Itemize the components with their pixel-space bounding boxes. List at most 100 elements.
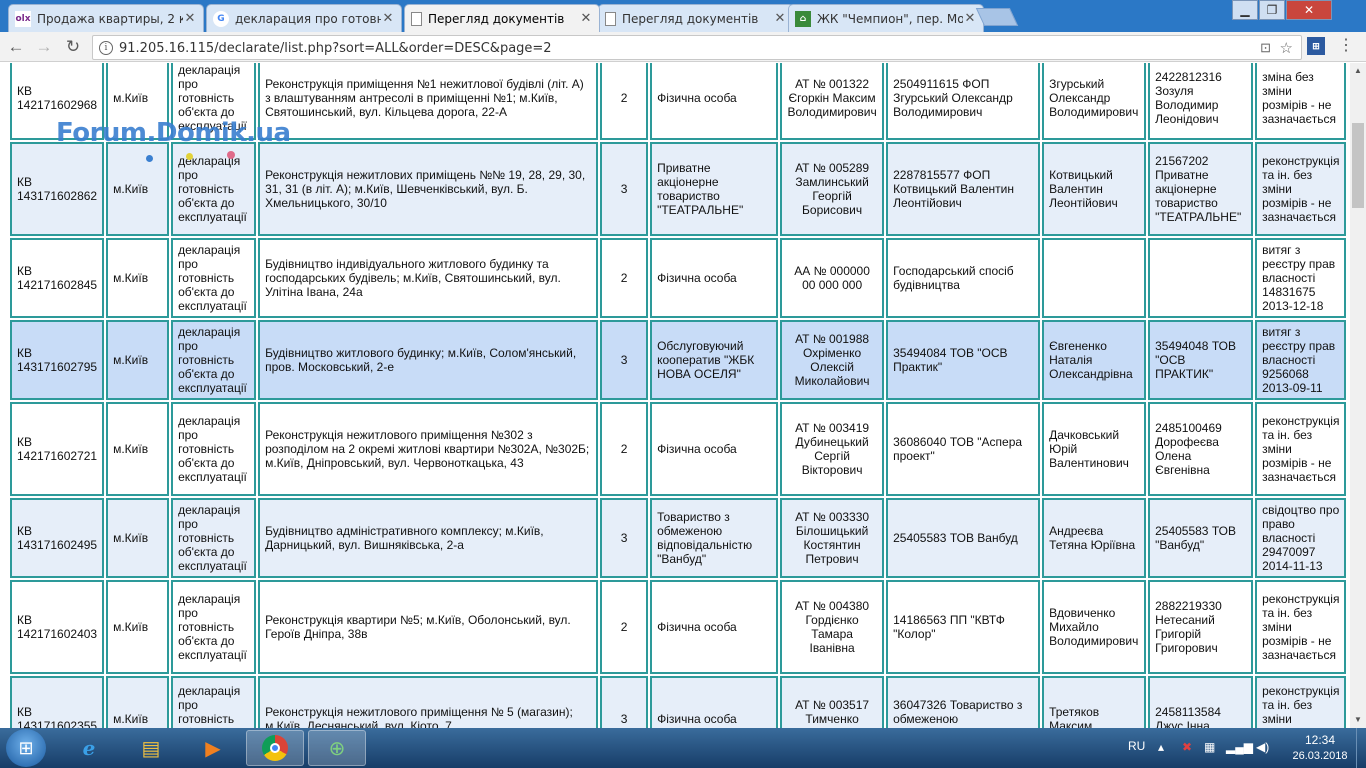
google-icon: G: [213, 10, 229, 27]
olx-icon: olx: [15, 10, 31, 27]
system-tray: RU ▴ ✖ ▦ ▂▄▆ ◀) 12:34 26.03.2018: [1120, 728, 1366, 768]
tab-documents-active[interactable]: Перегляд документів ✕: [404, 4, 600, 32]
watermark-dot: [186, 153, 193, 160]
app-icon[interactable]: ⊕: [308, 730, 366, 766]
back-icon[interactable]: ←: [5, 37, 27, 57]
tab-title: ЖК "Чемпион", пер. Мо: [817, 11, 963, 26]
customer-cell: Фізична особа: [650, 238, 779, 318]
tab-title: Продажа квартиры, 2 к: [37, 11, 183, 26]
designer-cell: АТ № 001988 Охріменко Олексій Миколайови…: [780, 320, 885, 400]
show-desktop-button[interactable]: [1356, 728, 1366, 768]
signal-icon[interactable]: ▂▄▆: [1226, 740, 1253, 754]
contractor-cell: 14186563 ПП "КВТФ "Колор": [886, 580, 1041, 674]
document-type-cell: декларація про готовність об'єкта до екс…: [171, 320, 257, 400]
close-icon[interactable]: ✕: [963, 11, 977, 26]
internet-explorer-icon[interactable]: e: [60, 730, 118, 766]
category-cell: 2: [600, 402, 649, 496]
document-icon: [411, 11, 422, 26]
supervisor-cell: Третяков Максим: [1042, 676, 1147, 728]
tab-google[interactable]: G декларация про готовні ✕: [206, 4, 402, 32]
table-row: КВ 143171602862 м.Київ декларація про гото…: [10, 142, 1347, 236]
designer-cell: АТ № 004380 Гордієнко Тамара Іванівна: [780, 580, 885, 674]
object-description-cell: Будівництво житлового будинку; м.Київ, С…: [258, 320, 599, 400]
object-description-cell: Реконструкція нежитлового приміщення №30…: [258, 402, 599, 496]
clock-date[interactable]: 26.03.2018: [1282, 750, 1358, 762]
close-icon[interactable]: ✕: [183, 11, 197, 26]
menu-icon[interactable]: ⋮: [1336, 36, 1356, 56]
start-button[interactable]: ⊞: [6, 729, 46, 767]
table-row: КВ 143171602355 м.Київ декларація про гото…: [10, 676, 1347, 728]
clock-time[interactable]: 12:34: [1290, 733, 1350, 747]
language-indicator[interactable]: RU: [1128, 739, 1145, 753]
contractor-cell: 35494084 ТОВ "ОСВ Практик": [886, 320, 1041, 400]
page-content: КВ 142171602968 м.Київ декларація про гото…: [0, 63, 1350, 728]
supervisor-cell: Вдовиченко Михайло Володимирович: [1042, 580, 1147, 674]
close-icon[interactable]: ✕: [381, 11, 395, 26]
tab-documents[interactable]: Перегляд документів ✕: [598, 4, 794, 32]
registration-number-cell: КВ 142171602721: [10, 402, 105, 496]
media-player-icon[interactable]: ▶: [184, 730, 242, 766]
forward-icon[interactable]: →: [33, 37, 55, 57]
contractor-cell: 36047326 Товариство з обмеженою відповід…: [886, 676, 1041, 728]
close-icon[interactable]: ✕: [579, 11, 593, 26]
registration-number-cell: КВ 143171602355: [10, 676, 105, 728]
category-cell: 3: [600, 498, 649, 578]
city-cell: м.Київ: [106, 402, 170, 496]
tab-olx[interactable]: olx Продажа квартиры, 2 к ✕: [8, 4, 204, 32]
land-document-cell: реконструкція та ін. без зміни розмірів …: [1255, 580, 1347, 674]
close-icon[interactable]: ✕: [773, 11, 787, 26]
close-window-button[interactable]: ✕: [1286, 0, 1332, 20]
reload-icon[interactable]: ↻: [62, 37, 84, 57]
info-icon[interactable]: i: [99, 41, 113, 55]
file-explorer-icon[interactable]: ▤: [122, 730, 180, 766]
category-cell: 3: [600, 142, 649, 236]
designer-cell: АТ № 005289 Замлинський Георгій Борисови…: [780, 142, 885, 236]
minimize-button[interactable]: ▁: [1232, 0, 1258, 20]
category-cell: 3: [600, 676, 649, 728]
volume-icon[interactable]: ◀): [1256, 740, 1269, 754]
supervisor-cell: Євгененко Наталія Олександрівна: [1042, 320, 1147, 400]
customer-cell: Фізична особа: [650, 580, 779, 674]
technical-supervisor-cell: 21567202 Приватне акціонерне товариство …: [1148, 142, 1254, 236]
table-row: КВ 142171602845 м.Київ декларація про гото…: [10, 238, 1347, 318]
contractor-cell: 2504911615 ФОП Згурський Олександр Волод…: [886, 63, 1041, 140]
document-icon: [605, 11, 616, 26]
registration-number-cell: КВ 142171602845: [10, 238, 105, 318]
contractor-cell: 36086040 ТОВ "Аспера проект": [886, 402, 1041, 496]
document-type-cell: декларація про готовність об'єкта до екс…: [171, 676, 257, 728]
maximize-button[interactable]: ❐: [1259, 0, 1285, 20]
chrome-icon[interactable]: [246, 730, 304, 766]
document-type-cell: декларація про готовність об'єкта до екс…: [171, 498, 257, 578]
vertical-scrollbar[interactable]: ▲ ▼: [1350, 63, 1366, 728]
watermark-logo: Forum.Domik.ua: [56, 118, 291, 148]
supervisor-cell: Дачковський Юрій Валентинович: [1042, 402, 1147, 496]
supervisor-cell: [1042, 238, 1147, 318]
object-description-cell: Будівництво адміністративного комплексу;…: [258, 498, 599, 578]
tray-expand-icon[interactable]: ▴: [1158, 740, 1164, 754]
designer-cell: АТ № 003419 Дубинецький Сергій Вікторови…: [780, 402, 885, 496]
tray-app-icon[interactable]: ▦: [1204, 740, 1215, 754]
document-type-cell: декларація про готовність об'єкта до екс…: [171, 238, 257, 318]
contractor-cell: 25405583 ТОВ Ванбуд: [886, 498, 1041, 578]
scroll-up-icon[interactable]: ▲: [1350, 63, 1366, 79]
category-cell: 2: [600, 580, 649, 674]
city-cell: м.Київ: [106, 320, 170, 400]
bookmark-star-icon[interactable]: ☆: [1280, 39, 1293, 57]
scrollbar-thumb[interactable]: [1352, 123, 1364, 208]
designer-cell: АТ № 003517 Тимченко Михайло: [780, 676, 885, 728]
extension-icon[interactable]: ⊞: [1307, 37, 1325, 55]
tab-champion[interactable]: ⌂ ЖК "Чемпион", пер. Мо ✕: [788, 4, 984, 32]
city-cell: м.Київ: [106, 676, 170, 728]
scroll-down-icon[interactable]: ▼: [1350, 712, 1366, 728]
new-tab-button[interactable]: [975, 8, 1019, 26]
supervisor-cell: Котвицький Валентин Леонтійович: [1042, 142, 1147, 236]
customer-cell: Товариство з обмеженою відповідальністю …: [650, 498, 779, 578]
document-type-cell: декларація про готовність об'єкта до екс…: [171, 580, 257, 674]
translate-icon[interactable]: ⊡: [1260, 40, 1271, 56]
table-row: КВ 143171602795 м.Київ декларація про гото…: [10, 320, 1347, 400]
address-bar[interactable]: i 91.205.16.115/declarate/list.php?sort=…: [92, 35, 1302, 60]
network-warning-icon[interactable]: ✖: [1182, 740, 1192, 754]
technical-supervisor-cell: 2485100469 Дорофеєва Олена Євгенівна: [1148, 402, 1254, 496]
url-text[interactable]: 91.205.16.115/declarate/list.php?sort=AL…: [119, 41, 552, 56]
supervisor-cell: Згурський Олександр Володимирович: [1042, 63, 1147, 140]
